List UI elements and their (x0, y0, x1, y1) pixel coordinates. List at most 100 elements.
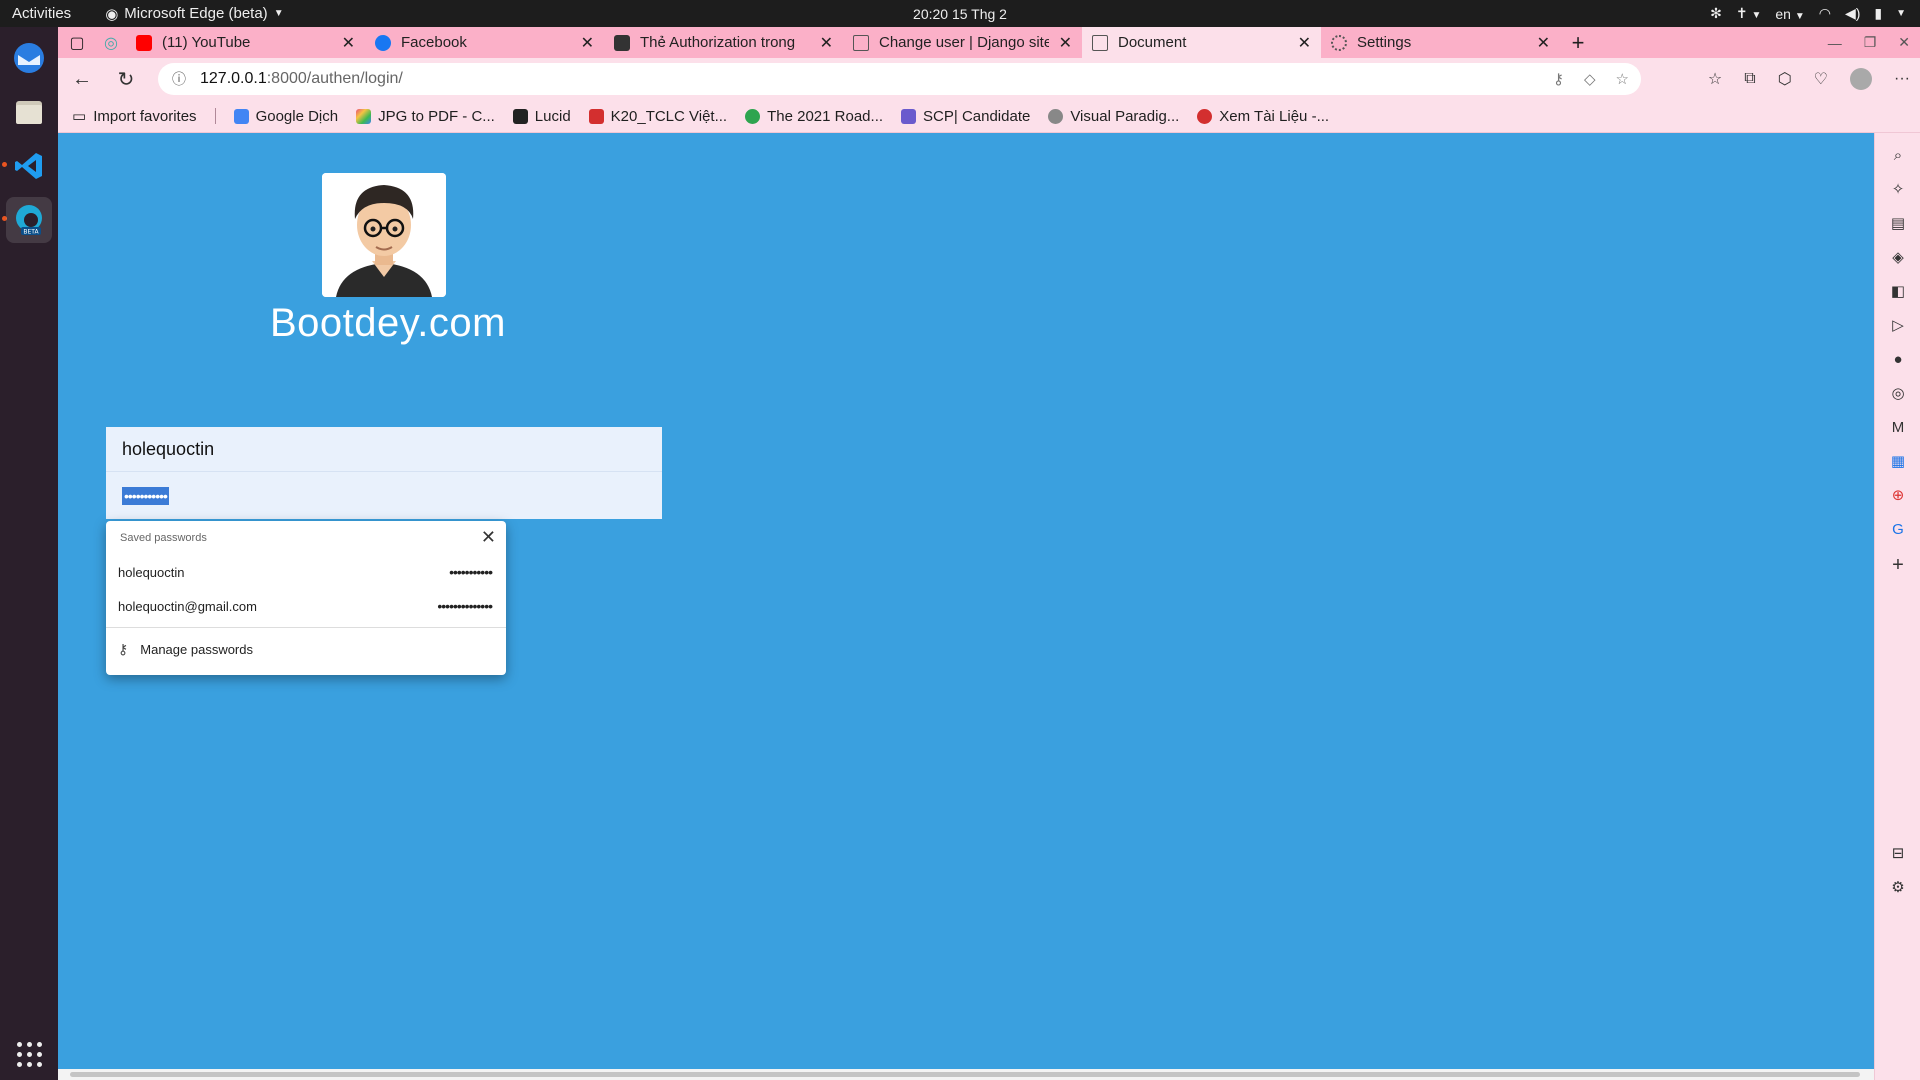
system-top-bar: Activities ◉ Microsoft Edge (beta) ▼ 20:… (0, 0, 1920, 27)
dock-edge-beta[interactable]: BETA (6, 197, 52, 243)
favorite-google-dich[interactable]: Google Dịch (233, 108, 338, 125)
favorite-visual-paradigm[interactable]: Visual Paradig... (1048, 108, 1179, 125)
favorite-jpg-to-pdf[interactable]: JPG to PDF - C... (356, 108, 495, 125)
add-icon[interactable]: + (1888, 554, 1908, 576)
page-content: Bootdey.com holequoctin ••••••••••• Save… (58, 133, 1874, 1080)
more-options-icon[interactable]: ··· (1894, 70, 1910, 88)
games-icon[interactable]: ◈ (1888, 247, 1908, 267)
tab-title: Document (1118, 34, 1187, 51)
entry-username: holequoctin@gmail.com (118, 598, 257, 614)
password-input[interactable]: ••••••••••• (106, 473, 662, 519)
clock[interactable]: 20:20 15 Thg 2 (913, 6, 1007, 22)
horizontal-scrollbar[interactable] (58, 1069, 1874, 1080)
send-icon[interactable]: ▷ (1888, 315, 1908, 335)
close-icon[interactable]: ✕ (1059, 33, 1072, 53)
activities-button[interactable]: Activities (0, 5, 71, 22)
favorite-import[interactable]: ▭ Import favorites (72, 107, 197, 126)
copilot-icon[interactable]: ✧ (1888, 179, 1908, 199)
refresh-button[interactable]: ↻ (104, 67, 148, 92)
hide-sidebar-icon[interactable]: ⊟ (1888, 843, 1908, 863)
back-button[interactable]: ← (60, 68, 104, 91)
site-info-icon[interactable]: ⓘ (172, 69, 186, 89)
translate-icon[interactable]: G (1888, 519, 1908, 539)
browser-window: ▢ ◎ (11) YouTube ✕ Facebook ✕ Thẻ Author… (58, 27, 1920, 1080)
shopping-tag-icon[interactable]: ◇ (1584, 70, 1596, 88)
tab-facebook[interactable]: Facebook ✕ (365, 27, 604, 58)
dock-thunderbird[interactable] (6, 35, 52, 81)
tab-document[interactable]: Document ✕ (1082, 27, 1321, 58)
extensions-icon[interactable]: ⬡ (1778, 69, 1792, 89)
close-icon[interactable]: ✕ (581, 33, 594, 53)
spotify-icon[interactable]: ● (1888, 349, 1908, 369)
key-icon[interactable]: ⚷ (1553, 70, 1564, 88)
dock-vscode[interactable] (6, 143, 52, 189)
lucid-icon (512, 108, 528, 124)
favorite-k20-tclc[interactable]: K20_TCLC Việt... (588, 108, 727, 125)
add-favorite-icon[interactable]: ☆ (1616, 70, 1629, 88)
tab-settings[interactable]: Settings ✕ (1321, 27, 1560, 58)
edge-sidebar: ⌕ ✧ ▤ ◈ ◧ ▷ ● ◎ M ▦ ⊕ G + ⊟ ⚙ (1874, 133, 1920, 1080)
edge-beta-icon: BETA (16, 205, 42, 236)
tab-title: (11) YouTube (162, 34, 251, 51)
system-menu-chevron-icon[interactable]: ▼ (1896, 8, 1906, 19)
app-menu[interactable]: ◉ Microsoft Edge (beta) ▼ (105, 5, 283, 23)
favorites-icon[interactable]: ☆ (1708, 69, 1722, 89)
saved-password-entry[interactable]: holequoctin ••••••••••• (106, 555, 506, 589)
username-input[interactable]: holequoctin (106, 427, 662, 472)
site-icon (614, 34, 630, 51)
close-icon[interactable]: ✕ (1298, 33, 1311, 53)
tab-title: Thẻ Authorization trong (640, 34, 796, 51)
divider (214, 108, 216, 124)
language-indicator[interactable]: en ▼ (1775, 6, 1804, 22)
visual-paradigm-icon (1048, 108, 1064, 124)
avatar-illustration (322, 173, 446, 297)
manage-passwords-link[interactable]: ⚷ Manage passwords (118, 641, 253, 658)
address-bar[interactable]: ⓘ 127.0.0.1:8000/authen/login/ ⚷ ◇ ☆ (158, 63, 1641, 95)
scp-icon (901, 108, 917, 124)
favorite-2021-road[interactable]: The 2021 Road... (745, 108, 883, 125)
close-icon[interactable]: ✕ (481, 527, 496, 548)
collections-icon[interactable]: ⧉ (1744, 70, 1755, 88)
gmail-icon[interactable]: M (1888, 417, 1908, 437)
minimize-icon[interactable]: — (1828, 35, 1842, 51)
instagram-icon[interactable]: ◎ (1888, 383, 1908, 403)
dock-files[interactable] (6, 89, 52, 135)
network-settings-icon[interactable]: ✻ (1710, 5, 1722, 22)
url-host: 127.0.0.1 (200, 70, 267, 87)
outlook-icon[interactable]: ◧ (1888, 281, 1908, 301)
tab-authorization[interactable]: Thẻ Authorization trong ✕ (604, 27, 843, 58)
profile-avatar[interactable] (1850, 68, 1873, 90)
pinned-tab-icon[interactable]: ◎ (96, 33, 126, 53)
saved-password-entry[interactable]: holequoctin@gmail.com •••••••••••••• (106, 589, 506, 623)
restore-icon[interactable]: ❐ (1864, 34, 1877, 51)
google-translate-icon (233, 108, 249, 124)
close-window-icon[interactable]: ✕ (1898, 34, 1910, 51)
facebook-icon (375, 34, 391, 51)
close-icon[interactable]: ✕ (342, 33, 355, 53)
tab-django-change-user[interactable]: Change user | Django site ✕ (843, 27, 1082, 58)
folder-icon: ▭ (72, 108, 87, 125)
show-applications-icon[interactable] (17, 1042, 42, 1067)
new-tab-button[interactable]: + (1560, 30, 1596, 56)
svg-text:BETA: BETA (23, 229, 39, 236)
brand-title: Bootdey.com (270, 301, 506, 345)
close-icon[interactable]: ✕ (1537, 33, 1550, 53)
search-icon[interactable]: ⌕ (1888, 145, 1908, 165)
image-search-icon[interactable]: ⊕ (1888, 485, 1908, 505)
accessibility-icon[interactable]: ✝ ▼ (1736, 5, 1762, 22)
roadmap-icon (745, 108, 761, 124)
scrollbar-thumb[interactable] (70, 1072, 1860, 1077)
system-tray[interactable]: ✻ ✝ ▼ en ▼ ◠ ◀) ▮ ▼ (1710, 5, 1906, 22)
favorite-xem-tai-lieu[interactable]: Xem Tài Liệu -... (1197, 108, 1329, 125)
tab-youtube[interactable]: (11) YouTube ✕ (126, 27, 365, 58)
favorite-lucid[interactable]: Lucid (512, 108, 571, 125)
browser-essentials-icon[interactable]: ♡ (1814, 69, 1828, 89)
tab-actions-icon[interactable]: ▢ (58, 33, 96, 53)
k20-icon (588, 108, 604, 124)
calendar-icon[interactable]: ▦ (1888, 451, 1908, 471)
close-icon[interactable]: ✕ (820, 33, 833, 53)
favorites-bar: ▭ Import favorites Google Dịch JPG to PDF… (58, 100, 1920, 133)
favorite-scp-candidate[interactable]: SCP| Candidate (901, 108, 1030, 125)
tools-icon[interactable]: ▤ (1888, 213, 1908, 233)
settings-icon[interactable]: ⚙ (1888, 877, 1908, 897)
